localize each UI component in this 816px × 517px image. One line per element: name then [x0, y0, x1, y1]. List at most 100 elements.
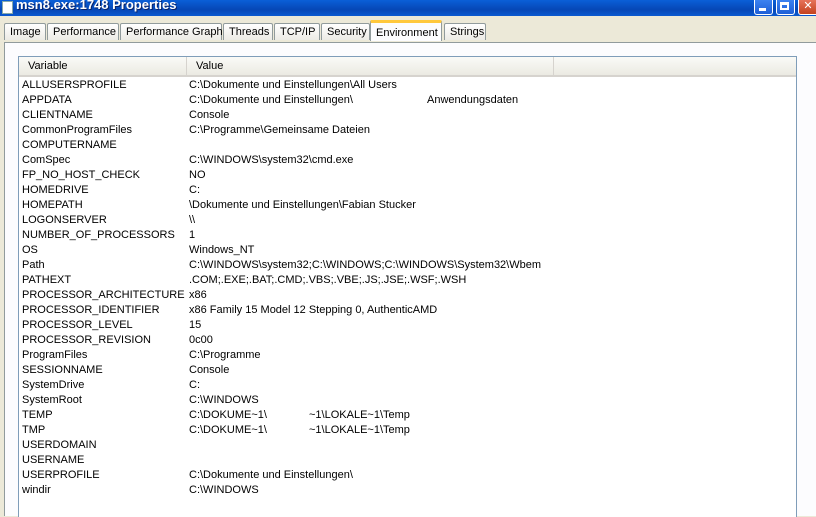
cell-variable: PATHEXT — [22, 274, 72, 286]
cell-variable: TMP — [22, 424, 46, 436]
column-header-filler — [554, 57, 796, 75]
table-row[interactable]: USERNAME — [19, 453, 796, 468]
table-row[interactable]: NUMBER_OF_PROCESSORS 1 — [19, 228, 796, 243]
table-row[interactable]: FP_NO_HOST_CHECK NO — [19, 168, 796, 183]
table-row[interactable]: APPDATA C:\Dokumente und Einstellungen\ An… — [19, 93, 796, 108]
table-row[interactable]: ALLUSERSPROFILE C:\Dokumente und Einstell… — [19, 78, 796, 93]
tab-image[interactable]: Image — [4, 23, 46, 40]
cell-value: x86 Family 15 Model 12 Stepping 0, Authe… — [189, 304, 438, 316]
table-row[interactable]: USERPROFILE C:\Dokumente und Einstellunge… — [19, 468, 796, 483]
table-row[interactable]: LOGONSERVER \\ — [19, 213, 796, 228]
cell-variable: LOGONSERVER — [22, 214, 107, 226]
app-icon — [2, 1, 13, 14]
cell-variable: USERDOMAIN — [22, 439, 97, 451]
cell-value: C:\Dokumente und Einstellungen\ — [189, 94, 353, 106]
table-row[interactable]: OS Windows_NT — [19, 243, 796, 258]
tab-performance-graph[interactable]: Performance Graph — [120, 23, 223, 40]
table-row[interactable]: TMP C:\DOKUME~1\ ~1\LOKALE~1\Temp — [19, 423, 796, 438]
cell-value: C: — [189, 184, 200, 196]
tab-panel-environment: Variable Value ALLUSERSPROFILE C:\Dokumen… — [4, 42, 816, 517]
table-row[interactable]: CLIENTNAME Console — [19, 108, 796, 123]
cell-value: C:\DOKUME~1\ — [189, 424, 267, 436]
table-row[interactable]: CommonProgramFiles C:\Programme\Gemeinsam… — [19, 123, 796, 138]
window-title: msn8.exe:1748 Properties — [16, 0, 177, 12]
cell-value: C:\Programme\Gemeinsame Dateien — [189, 124, 370, 136]
cell-variable: SESSIONNAME — [22, 364, 103, 376]
cell-variable: USERPROFILE — [22, 469, 100, 481]
cell-variable: CLIENTNAME — [22, 109, 93, 121]
cell-value: C: — [189, 379, 200, 391]
cell-variable: NUMBER_OF_PROCESSORS — [22, 229, 175, 241]
tab-performance[interactable]: Performance — [47, 23, 119, 40]
table-row[interactable]: PATHEXT .COM;.EXE;.BAT;.CMD;.VBS;.VBE;.JS… — [19, 273, 796, 288]
minimize-button[interactable] — [754, 0, 773, 15]
cell-variable: HOMEPATH — [22, 199, 83, 211]
cell-variable: USERNAME — [22, 454, 85, 466]
column-header-variable[interactable]: Variable — [19, 57, 187, 75]
table-row[interactable]: USERDOMAIN — [19, 438, 796, 453]
tab-tcpip[interactable]: TCP/IP — [274, 23, 320, 40]
table-row[interactable]: TEMP C:\DOKUME~1\ ~1\LOKALE~1\Temp — [19, 408, 796, 423]
tab-strings[interactable]: Strings — [444, 23, 486, 40]
cell-value: x86 — [189, 289, 207, 301]
cell-value: 1 — [189, 229, 196, 241]
table-row[interactable]: SESSIONNAME Console — [19, 363, 796, 378]
cell-variable: APPDATA — [22, 94, 72, 106]
cell-variable: ALLUSERSPROFILE — [22, 79, 127, 91]
cell-value: .COM;.EXE;.BAT;.CMD;.VBS;.VBE;.JS;.JSE;.… — [189, 274, 467, 286]
tab-threads[interactable]: Threads — [223, 23, 273, 40]
table-row[interactable]: PROCESSOR_LEVEL 15 — [19, 318, 796, 333]
cell-variable: SystemDrive — [22, 379, 85, 391]
cell-variable: ComSpec — [22, 154, 71, 166]
cell-value: NO — [189, 169, 206, 181]
cell-variable: windir — [22, 484, 51, 496]
table-row[interactable]: COMPUTERNAME — [19, 138, 796, 153]
list-rows: ALLUSERSPROFILE C:\Dokumente und Einstell… — [19, 78, 796, 498]
cell-value: C:\WINDOWS\system32;C:\WINDOWS;C:\WINDOW… — [189, 259, 542, 271]
table-row[interactable]: HOMEPATH \Dokumente und Einstellungen\Fab… — [19, 198, 796, 213]
table-row[interactable]: PROCESSOR_ARCHITECTURE x86 — [19, 288, 796, 303]
cell-value: C:\Dokumente und Einstellungen\ — [189, 469, 353, 481]
environment-list[interactable]: Variable Value ALLUSERSPROFILE C:\Dokumen… — [18, 56, 797, 517]
maximize-button[interactable] — [776, 0, 795, 15]
cell-value: Windows_NT — [189, 244, 255, 256]
cell-variable: PROCESSOR_ARCHITECTURE — [22, 289, 185, 301]
close-icon: ✕ — [803, 0, 813, 12]
cell-variable: TEMP — [22, 409, 53, 421]
cell-variable: PROCESSOR_IDENTIFIER — [22, 304, 160, 316]
cell-variable: PROCESSOR_REVISION — [22, 334, 151, 346]
table-row[interactable]: windir C:\WINDOWS — [19, 483, 796, 498]
column-header-value[interactable]: Value — [187, 57, 554, 75]
table-row[interactable]: SystemRoot C:\WINDOWS — [19, 393, 796, 408]
cell-variable: OS — [22, 244, 38, 256]
tab-environment[interactable]: Environment — [370, 20, 442, 41]
cell-value-continued: ~1\LOKALE~1\Temp — [309, 409, 410, 421]
close-button[interactable]: ✕ — [798, 0, 816, 15]
cell-value-continued: Anwendungsdaten — [427, 94, 519, 106]
cell-value: Console — [189, 109, 230, 121]
table-row[interactable]: SystemDrive C: — [19, 378, 796, 393]
title-bar[interactable]: msn8.exe:1748 Properties ✕ — [0, 0, 816, 16]
cell-variable: COMPUTERNAME — [22, 139, 117, 151]
tab-security[interactable]: Security — [321, 23, 370, 40]
minimize-icon — [759, 8, 766, 11]
table-row[interactable]: PROCESSOR_IDENTIFIER x86 Family 15 Model … — [19, 303, 796, 318]
maximize-icon — [780, 2, 789, 10]
table-row[interactable]: ComSpec C:\WINDOWS\system32\cmd.exe — [19, 153, 796, 168]
table-row[interactable]: PROCESSOR_REVISION 0c00 — [19, 333, 796, 348]
cell-variable: CommonProgramFiles — [22, 124, 133, 136]
cell-value: 0c00 — [189, 334, 213, 346]
cell-value: \Dokumente und Einstellungen\Fabian Stuc… — [189, 199, 416, 211]
cell-value: C:\Programme — [189, 349, 261, 361]
table-row[interactable]: ProgramFiles C:\Programme — [19, 348, 796, 363]
cell-value-continued: ~1\LOKALE~1\Temp — [309, 424, 410, 436]
list-header: Variable Value — [19, 57, 796, 77]
cell-variable: ProgramFiles — [22, 349, 88, 361]
cell-variable: SystemRoot — [22, 394, 82, 406]
cell-variable: FP_NO_HOST_CHECK — [22, 169, 140, 181]
cell-variable: Path — [22, 259, 45, 271]
table-row[interactable]: HOMEDRIVE C: — [19, 183, 796, 198]
table-row[interactable]: Path C:\WINDOWS\system32;C:\WINDOWS;C:\WI… — [19, 258, 796, 273]
cell-value: Console — [189, 364, 230, 376]
cell-variable: PROCESSOR_LEVEL — [22, 319, 133, 331]
